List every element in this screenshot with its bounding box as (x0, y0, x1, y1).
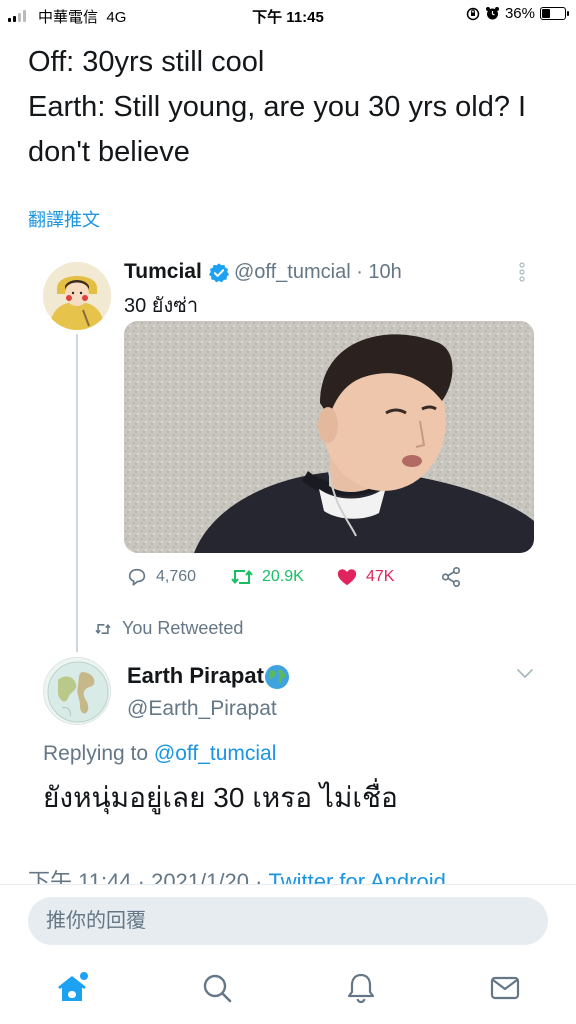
you-retweeted-label: You Retweeted (122, 618, 244, 638)
heart-icon (337, 569, 357, 586)
reply-icon (128, 568, 146, 586)
home-icon (58, 972, 88, 1001)
alarm-icon (485, 7, 499, 20)
reply-author-handle: @Earth_Pirapat (127, 697, 277, 720)
reply-input[interactable] (28, 897, 548, 945)
retweet-icon (95, 623, 111, 634)
tab-notifications[interactable] (343, 970, 379, 1006)
battery-icon (540, 7, 569, 20)
messages-icon (490, 976, 520, 1000)
like-count: 47K (366, 568, 395, 585)
tab-search[interactable] (199, 970, 235, 1006)
like-button[interactable]: 47K (336, 566, 394, 588)
author-name[interactable]: Tumcial (124, 260, 202, 284)
reply-composer-bar (0, 884, 576, 954)
retweet-count: 20.9K (262, 568, 304, 585)
chevron-down-icon[interactable] (516, 666, 534, 680)
quoted-tweet-text: 30 ยังซ่า (124, 295, 199, 317)
tab-home[interactable] (54, 970, 90, 1006)
globe-emoji-icon (265, 665, 289, 689)
reply-text: ยังหนุ่มอยู่เลย 30 เหรอ ไม่เชื่อ (43, 782, 398, 813)
tweet-line: Earth: Still young, are you 30 yrs old? … (28, 91, 527, 168)
you-retweeted-notice: You Retweeted (94, 618, 243, 639)
tweet-source-link[interactable]: Twitter for Android (269, 869, 446, 884)
share-button[interactable] (440, 566, 462, 588)
battery-fill (542, 9, 550, 18)
search-icon (203, 974, 232, 1003)
tweet-text: Off: 30yrs still cool Earth: Still young… (28, 40, 558, 175)
notifications-icon (347, 973, 375, 1004)
status-bar: 中華電信 4G 下午 11:45 36% (0, 0, 576, 30)
replying-to-user-link[interactable]: @off_tumcial (154, 742, 276, 765)
battery-percent: 36% (504, 5, 535, 22)
tweet-meta: 下午 11:44 · 2021/1/20 · Twitter for Andro… (28, 864, 576, 884)
bottom-tab-bar (0, 954, 576, 1024)
retweet-icon (231, 569, 253, 585)
orientation-lock-icon (466, 7, 480, 20)
status-right: 36% (466, 5, 569, 22)
reply-button[interactable]: 4,760 (126, 566, 196, 588)
thread-connector (76, 334, 78, 652)
avatar[interactable] (43, 657, 111, 725)
verified-badge-icon (208, 263, 230, 283)
replying-to-prefix: Replying to (43, 742, 154, 765)
tweet-timestamp: 下午 11:44 · 2021/1/20 · (28, 869, 269, 884)
share-icon (441, 567, 461, 587)
reply-count: 4,760 (156, 568, 197, 585)
tab-messages[interactable] (487, 970, 523, 1006)
reply-author-name[interactable]: Earth Pirapat (127, 663, 264, 689)
tweet-photo[interactable] (124, 321, 534, 553)
translate-tweet-link[interactable]: 翻譯推文 (28, 206, 100, 232)
retweet-button[interactable]: 20.9K (230, 566, 304, 588)
tweet-line: Off: 30yrs still cool (28, 46, 265, 78)
avatar[interactable] (43, 262, 111, 330)
author-handle: @off_tumcial · 10h (234, 261, 402, 283)
replying-to: Replying to @off_tumcial (43, 742, 276, 766)
more-options-icon[interactable] (516, 262, 528, 282)
